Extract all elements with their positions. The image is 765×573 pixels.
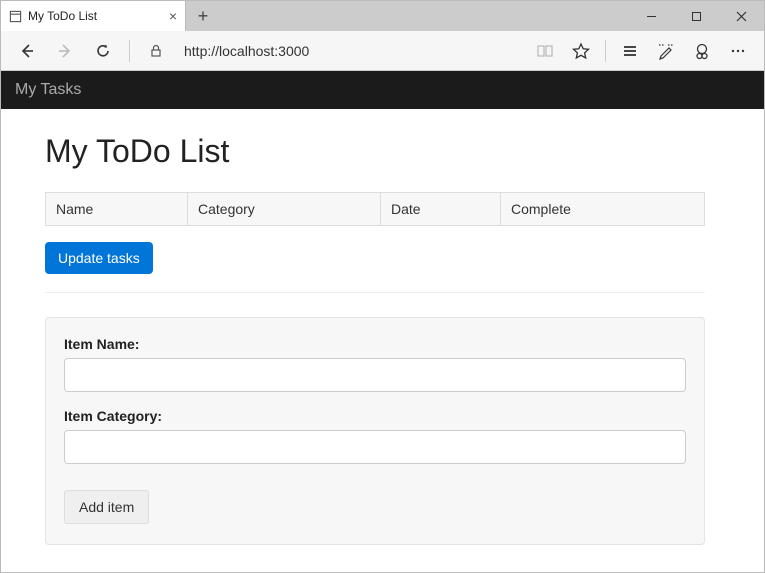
item-name-input[interactable] [64, 358, 686, 392]
notes-icon[interactable] [650, 35, 682, 67]
close-tab-icon[interactable]: × [169, 8, 177, 24]
browser-toolbar: http://localhost:3000 [1, 31, 764, 71]
browser-tab-strip: My ToDo List × + [1, 1, 764, 31]
page-icon [9, 10, 22, 23]
page-title: My ToDo List [45, 133, 720, 170]
back-button[interactable] [11, 35, 43, 67]
tasks-table: Name Category Date Complete [45, 192, 705, 226]
toolbar-divider-2 [605, 40, 606, 62]
close-window-button[interactable] [719, 1, 764, 31]
share-icon[interactable] [686, 35, 718, 67]
item-category-input[interactable] [64, 430, 686, 464]
address-bar[interactable]: http://localhost:3000 [178, 39, 523, 63]
toolbar-divider [129, 40, 130, 62]
maximize-button[interactable] [674, 1, 719, 31]
app-navbar: My Tasks [1, 71, 764, 109]
col-name: Name [46, 193, 188, 226]
item-name-label: Item Name: [64, 336, 686, 352]
refresh-button[interactable] [87, 35, 119, 67]
tab-title: My ToDo List [28, 9, 163, 23]
minimize-button[interactable] [629, 1, 674, 31]
col-complete: Complete [501, 193, 705, 226]
reading-view-icon[interactable] [529, 35, 561, 67]
table-header-row: Name Category Date Complete [46, 193, 705, 226]
add-item-form: Item Name: Item Category: Add item [45, 317, 705, 545]
add-item-button[interactable]: Add item [64, 490, 149, 524]
page-content: My ToDo List Name Category Date Complete… [1, 109, 764, 569]
browser-tab-active[interactable]: My ToDo List × [1, 1, 186, 31]
section-divider [45, 292, 705, 293]
hub-icon[interactable] [614, 35, 646, 67]
update-tasks-button[interactable]: Update tasks [45, 242, 153, 274]
forward-button[interactable] [49, 35, 81, 67]
new-tab-button[interactable]: + [186, 1, 220, 31]
window-controls [629, 1, 764, 31]
more-icon[interactable] [722, 35, 754, 67]
item-category-label: Item Category: [64, 408, 686, 424]
lock-icon[interactable] [140, 35, 172, 67]
favorite-icon[interactable] [565, 35, 597, 67]
app-brand[interactable]: My Tasks [15, 81, 81, 98]
col-category: Category [188, 193, 381, 226]
col-date: Date [381, 193, 501, 226]
